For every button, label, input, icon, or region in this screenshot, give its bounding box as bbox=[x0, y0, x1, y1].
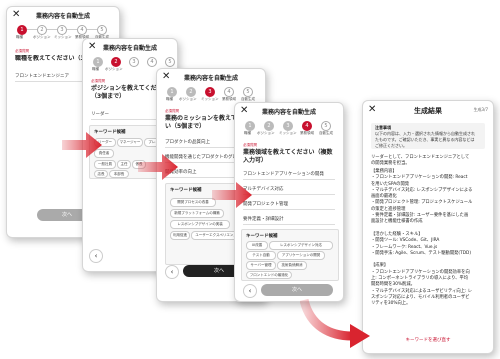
curved-arrow-icon bbox=[300, 298, 370, 348]
step-1-indicator: 1 bbox=[93, 57, 103, 67]
keyword-title: キーワード候補 bbox=[170, 188, 202, 193]
modal-title: 業務内容を自動生成 bbox=[261, 109, 316, 116]
keyword-chip[interactable]: サーバー管理 bbox=[246, 261, 276, 270]
answer-field[interactable]: リーダー bbox=[91, 111, 109, 117]
input-underline bbox=[243, 224, 335, 225]
answer-field[interactable]: フロントエンドエンジニア bbox=[15, 73, 69, 79]
step-label: ポジション bbox=[33, 35, 51, 39]
result-body: 【業務内容】 ・フロントエンドアプリケーションの開発: React を用いたSP… bbox=[371, 169, 473, 307]
keyword-chip[interactable]: 開発プロセスの改善 bbox=[170, 198, 216, 207]
back-button[interactable]: ‹ bbox=[243, 284, 257, 298]
step-label: 職種 bbox=[244, 131, 251, 135]
modal-header: ✕ 業務内容を自動生成 bbox=[235, 103, 343, 119]
keyword-chip[interactable]: UI改善 bbox=[246, 241, 268, 250]
input-underline bbox=[243, 179, 335, 180]
required-label: 必須質問 bbox=[165, 109, 179, 113]
step-label: 職種 bbox=[166, 97, 173, 101]
step-5-indicator: 5 bbox=[97, 25, 107, 35]
step-label: ポジション bbox=[257, 131, 275, 135]
result-intro: リーダーとして、フロントエンドエンジニアとして の開発業務を担当。 bbox=[371, 155, 470, 167]
arrow-icon bbox=[212, 182, 252, 208]
step-2-indicator: 2 bbox=[37, 25, 47, 35]
keyword-chip[interactable]: 一般社員 bbox=[94, 160, 116, 169]
keyword-chip[interactable]: テスト自動 bbox=[246, 251, 276, 260]
step-2-indicator: 2 bbox=[186, 87, 196, 97]
step-3-indicator: 3 bbox=[57, 25, 67, 35]
arrow-icon bbox=[138, 154, 178, 180]
step-label: 業務領域 bbox=[222, 97, 236, 101]
screen-result: ✕ 生成結果 生成3/7 注意事項 以下の内容は、入力・選択された情報から自動生… bbox=[362, 100, 494, 354]
back-button[interactable]: ‹ bbox=[89, 249, 103, 263]
step-4-indicator: 4 bbox=[302, 121, 312, 131]
step-2-indicator: 2 bbox=[264, 121, 274, 131]
input-underline bbox=[243, 209, 335, 210]
domain-line[interactable]: フロントエンドアプリケーションの開発 bbox=[243, 171, 324, 177]
arrow-icon bbox=[62, 132, 102, 158]
modal-header: ✕ 業務内容を自動生成 bbox=[83, 39, 177, 55]
keyword-chip[interactable]: マネージャー bbox=[117, 138, 143, 147]
stepper-line bbox=[27, 29, 37, 30]
keyword-box: キーワード候補 UI改善 レスポンシブデザイン対応 テスト自動 アプリケーション… bbox=[241, 229, 339, 281]
step-label: ミッション bbox=[201, 97, 219, 101]
keyword-chip[interactable]: 利用促進 bbox=[170, 231, 190, 240]
modal-title: 業務内容を自動生成 bbox=[102, 45, 157, 52]
keyword-chip[interactable]: 本部長 bbox=[109, 170, 129, 178]
step-label: ポジション bbox=[105, 67, 123, 71]
step-label: 職種 bbox=[16, 35, 23, 39]
step-label: 自動生成 bbox=[319, 131, 333, 135]
modal-title: 業務内容を自動生成 bbox=[183, 75, 238, 82]
notice-text: 以下の内容は、入力・選択された情報から自動生成され たものです。ご確認いただき、… bbox=[375, 131, 475, 148]
keyword-chip[interactable]: フロントエンドの最適化 bbox=[246, 271, 292, 279]
question-text: 業務領域を教えてください（複数入力可） bbox=[243, 149, 333, 164]
back-button[interactable]: ‹ bbox=[165, 265, 179, 279]
mission-line[interactable]: プロダクトの品質向上 bbox=[165, 139, 210, 145]
reselect-keywords-link[interactable]: キーワードを選び直す bbox=[363, 337, 493, 343]
step-4-indicator: 4 bbox=[147, 57, 157, 67]
step-1-indicator: 1 bbox=[17, 25, 27, 35]
step-1-indicator: 1 bbox=[167, 87, 177, 97]
step-4-indicator: 4 bbox=[224, 87, 234, 97]
keyword-chip[interactable]: 主任 bbox=[117, 160, 131, 169]
input-underline bbox=[243, 194, 335, 195]
keyword-title: キーワード候補 bbox=[246, 234, 278, 239]
step-label: ミッション bbox=[279, 131, 297, 135]
stepper-line bbox=[47, 29, 57, 30]
notice-box: 注意事項 以下の内容は、入力・選択された情報から自動生成され たものです。ご確認… bbox=[371, 123, 485, 149]
keyword-chip[interactable]: アプリケーションの開発 bbox=[277, 251, 325, 260]
keyword-chip[interactable]: 店長 bbox=[94, 170, 108, 178]
stepper-line bbox=[67, 29, 77, 30]
step-4-indicator: 4 bbox=[77, 25, 87, 35]
step-3-indicator: 3 bbox=[129, 57, 139, 67]
step-1-indicator: 1 bbox=[245, 121, 255, 131]
result-counter: 生成3/7 bbox=[473, 107, 488, 112]
step-5-indicator: 5 bbox=[243, 87, 253, 97]
step-label: ポジション bbox=[179, 97, 197, 101]
keyword-chip[interactable]: 新規プラットフォームの構築 bbox=[170, 209, 224, 218]
step-3-indicator: 3 bbox=[205, 87, 215, 97]
step-2-indicator: 2 bbox=[111, 57, 121, 67]
step-label: 業務領域 bbox=[300, 131, 314, 135]
step-5-indicator: 5 bbox=[321, 121, 331, 131]
modal-header: ✕ 業務内容を自動生成 bbox=[157, 69, 265, 85]
keyword-chip[interactable]: レスポンシブデザインの実装 bbox=[170, 220, 230, 229]
required-label: 必須質問 bbox=[15, 49, 29, 53]
keyword-chip[interactable]: レスポンシブデザイン対応 bbox=[269, 241, 333, 250]
step-5-indicator: 5 bbox=[165, 57, 175, 67]
modal-header: ✕ 業務内容を自動生成 bbox=[7, 7, 119, 23]
step-3-indicator: 3 bbox=[283, 121, 293, 131]
domain-line[interactable]: 要件定義・詳細設計 bbox=[243, 216, 284, 222]
required-label: 必須質問 bbox=[243, 143, 257, 147]
required-label: 必須質問 bbox=[91, 79, 105, 83]
stepper-line bbox=[87, 29, 97, 30]
next-button[interactable]: 次へ bbox=[261, 284, 333, 296]
step-label: ミッション bbox=[54, 35, 72, 39]
step-label: 職種 bbox=[92, 67, 99, 71]
modal-title: 業務内容を自動生成 bbox=[35, 13, 90, 20]
keyword-chip[interactable]: 技術負債解消 bbox=[277, 261, 307, 270]
